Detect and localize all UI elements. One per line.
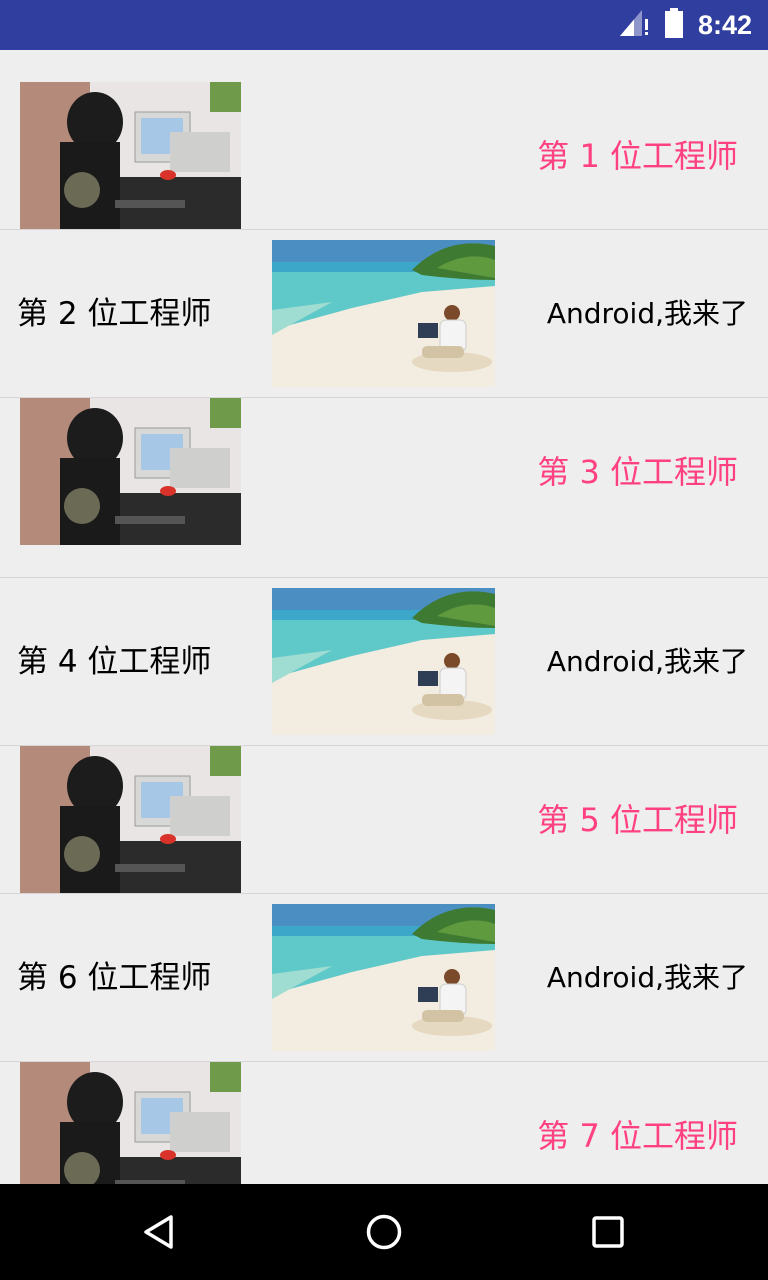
engineer-slogan: Android,我来了 (546, 645, 748, 678)
engineer-list[interactable]: 第 1 位工程师 第 2 位工程师 Android,我来了 第 3 位工程师 第… (0, 50, 768, 1184)
list-item[interactable]: 第 5 位工程师 (0, 746, 768, 894)
back-triangle-icon (144, 1215, 173, 1249)
person-at-computer-image (20, 398, 241, 545)
engineer-title: 第 5 位工程师 (537, 801, 738, 839)
engineer-title: 第 2 位工程师 (17, 296, 212, 332)
recents-button[interactable] (578, 1202, 638, 1262)
list-item[interactable]: 第 2 位工程师 Android,我来了 (0, 230, 768, 398)
engineer-title: 第 4 位工程师 (17, 644, 212, 680)
status-icons: 8:42 (619, 0, 752, 50)
beach-laptop-image (272, 240, 495, 387)
back-button[interactable] (130, 1202, 190, 1262)
list-item[interactable]: 第 7 位工程师 (0, 1062, 768, 1184)
beach-laptop-image (272, 904, 495, 1051)
status-bar: 8:42 (0, 0, 768, 50)
engineer-title: 第 6 位工程师 (17, 960, 212, 996)
engineer-slogan: Android,我来了 (546, 961, 748, 994)
recents-square-icon (592, 1216, 624, 1248)
list-item[interactable]: 第 1 位工程师 (0, 50, 768, 230)
engineer-title: 第 3 位工程师 (537, 453, 738, 491)
navigation-bar (0, 1184, 768, 1280)
person-at-computer-image (20, 1062, 241, 1184)
status-time: 8:42 (697, 9, 752, 40)
home-circle-icon (366, 1214, 402, 1250)
battery-icon (664, 8, 684, 42)
home-button[interactable] (354, 1202, 414, 1262)
list-item[interactable]: 第 3 位工程师 (0, 398, 768, 578)
signal-icon (619, 10, 650, 40)
engineer-title: 第 1 位工程师 (537, 137, 738, 175)
beach-laptop-image (272, 588, 495, 735)
list-item[interactable]: 第 6 位工程师 Android,我来了 (0, 894, 768, 1062)
person-at-computer-image (20, 746, 241, 893)
person-at-computer-image (20, 82, 241, 229)
engineer-title: 第 7 位工程师 (537, 1117, 738, 1155)
engineer-slogan: Android,我来了 (546, 297, 748, 330)
list-item[interactable]: 第 4 位工程师 Android,我来了 (0, 578, 768, 746)
